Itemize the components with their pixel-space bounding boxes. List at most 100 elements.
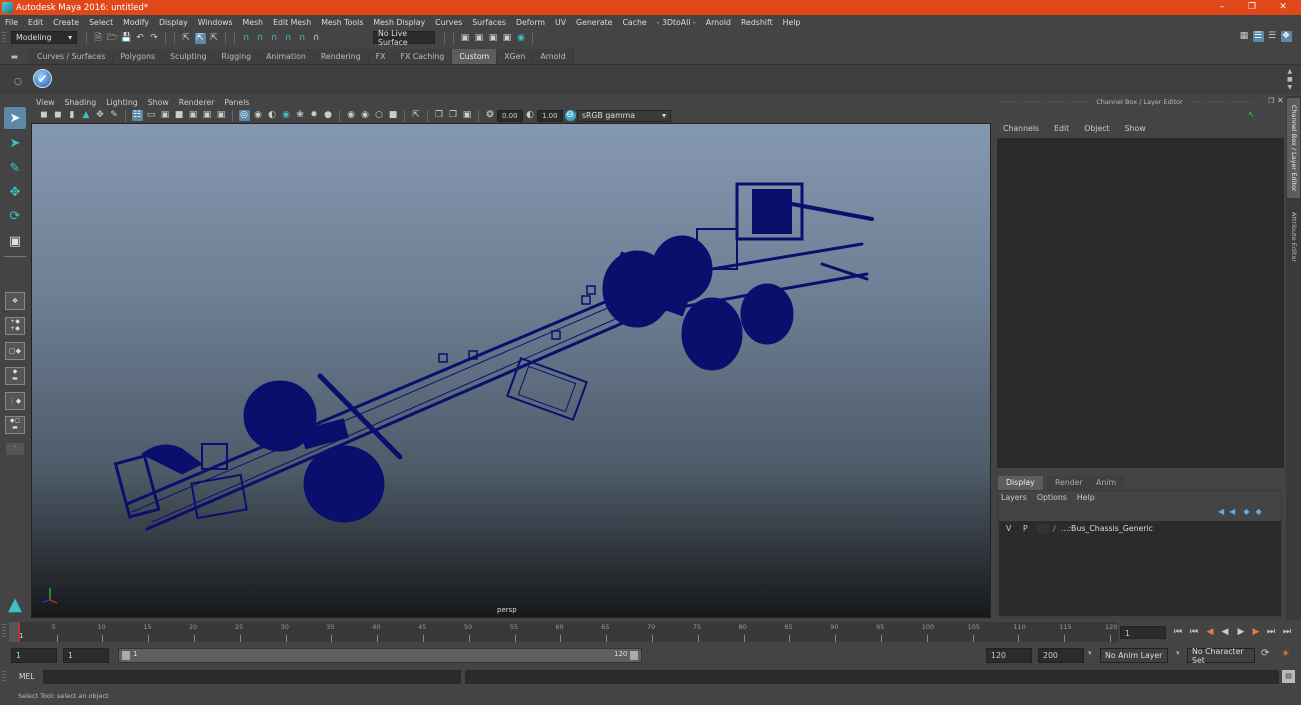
- isolate-select-icon[interactable]: ⇱: [411, 110, 422, 121]
- step-forward-frame-icon[interactable]: ▶: [1249, 625, 1263, 639]
- viewport-menu-lighting[interactable]: Lighting: [101, 98, 143, 107]
- xray-joints-icon[interactable]: ▣: [462, 110, 473, 121]
- select-object-icon[interactable]: ⇱: [194, 32, 206, 44]
- snap-live-icon[interactable]: ∩: [297, 33, 308, 44]
- more-layouts-button[interactable]: ·: [6, 443, 24, 455]
- float-panel-icon[interactable]: ❐: [1268, 97, 1274, 105]
- four-view-layout-icon[interactable]: +◆ +◆: [5, 317, 25, 335]
- menu-file[interactable]: File: [0, 18, 23, 27]
- modeling-toolkit-icon[interactable]: ▦: [1239, 31, 1250, 42]
- step-back-frame-icon[interactable]: ◀: [1203, 625, 1217, 639]
- tab-fx-caching[interactable]: FX Caching: [393, 49, 453, 64]
- character-set-dropdown[interactable]: No Character Set: [1187, 647, 1255, 665]
- tab-fx[interactable]: FX: [368, 49, 394, 64]
- tab-curves-surfaces[interactable]: Curves / Surfaces: [30, 49, 114, 64]
- rotate-tool-icon[interactable]: ⟳: [4, 205, 26, 227]
- close-button[interactable]: ✕: [1268, 0, 1298, 15]
- current-frame-field[interactable]: 1: [1120, 626, 1166, 639]
- checkmark-shelf-icon[interactable]: ✔: [33, 69, 52, 88]
- attribute-editor-toggle-icon[interactable]: ☰: [1252, 31, 1264, 42]
- select-camera-icon[interactable]: ◼: [39, 110, 50, 121]
- script-editor-icon[interactable]: ▤: [1282, 670, 1295, 683]
- motion-blur-icon[interactable]: ◉: [346, 110, 357, 121]
- layer-visibility-toggle[interactable]: V: [1006, 523, 1011, 535]
- channel-box-menu-object[interactable]: Object: [1074, 124, 1114, 136]
- range-slider[interactable]: 1 120: [118, 648, 642, 663]
- live-surface-field[interactable]: No Live Surface: [373, 29, 435, 47]
- tab-polygons[interactable]: Polygons: [113, 49, 164, 64]
- gamma-field[interactable]: 1.00: [537, 109, 563, 122]
- layer-name[interactable]: ...:Bus_Chassis_Generic: [1061, 523, 1153, 535]
- channel-box-menu-channels[interactable]: Channels: [993, 124, 1044, 136]
- go-to-start-icon[interactable]: ⏮: [1171, 625, 1185, 639]
- play-backwards-icon[interactable]: ◀: [1218, 625, 1232, 639]
- channel-box-menu-edit[interactable]: Edit: [1044, 124, 1074, 136]
- menu-arnold[interactable]: Arnold: [701, 18, 736, 27]
- scale-tool-icon[interactable]: ▣: [4, 230, 26, 252]
- drag-handle[interactable]: [2, 32, 6, 44]
- range-end-handle[interactable]: [630, 651, 638, 660]
- step-back-key-icon[interactable]: ⏮: [1187, 625, 1201, 639]
- render-frame-icon[interactable]: ▣: [474, 33, 485, 44]
- select-hierarchy-icon[interactable]: ⇱: [181, 33, 192, 44]
- bookmark-icon[interactable]: ▮: [67, 110, 78, 121]
- undo-icon[interactable]: ↶: [135, 33, 146, 44]
- menu-deform[interactable]: Deform: [511, 18, 550, 27]
- graph-persp-layout-icon[interactable]: ◆▢ ▬: [5, 416, 25, 434]
- grid-icon[interactable]: ☷: [131, 110, 143, 121]
- menu-edit-mesh[interactable]: Edit Mesh: [268, 18, 316, 27]
- layer-row[interactable]: V P ∕ ...:Bus_Chassis_Generic: [999, 523, 1281, 535]
- menu-select[interactable]: Select: [84, 18, 118, 27]
- render-view-icon[interactable]: ▣: [460, 33, 471, 44]
- menu-mesh-tools[interactable]: Mesh Tools: [316, 18, 368, 27]
- layer-playback-toggle[interactable]: P: [1023, 523, 1028, 535]
- viewport-menu-renderer[interactable]: Renderer: [174, 98, 220, 107]
- shadows-icon[interactable]: ✸: [309, 110, 320, 121]
- menu-3dtoall[interactable]: - 3DtoAll -: [652, 18, 701, 27]
- multisample-aa-icon[interactable]: ◉: [360, 110, 371, 121]
- menu-edit[interactable]: Edit: [23, 18, 48, 27]
- menu-generate[interactable]: Generate: [571, 18, 617, 27]
- menu-help[interactable]: Help: [778, 18, 806, 27]
- close-panel-icon[interactable]: ✕: [1277, 96, 1284, 105]
- menu-set-dropdown[interactable]: Modeling ▾: [11, 31, 77, 44]
- menu-surfaces[interactable]: Surfaces: [467, 18, 511, 27]
- vertical-layout-icon[interactable]: ⋮◆: [5, 392, 25, 410]
- time-ticks[interactable]: 1 5 10 15 20 25 30 35 40 45 50 55 60 65 70 75 80 85 90 95 1…: [18, 622, 1118, 642]
- redo-icon[interactable]: ↷: [149, 33, 160, 44]
- camera-attributes-icon[interactable]: ◼: [53, 110, 64, 121]
- menu-create[interactable]: Create: [48, 18, 84, 27]
- manipulator-rotate-icon[interactable]: ○: [1259, 109, 1267, 119]
- playback-start-field[interactable]: 1: [63, 648, 109, 663]
- snap-view-plane-icon[interactable]: ∩: [283, 33, 294, 44]
- tab-animation[interactable]: Animation: [259, 49, 314, 64]
- channel-box-menu-show[interactable]: Show: [1115, 124, 1151, 136]
- chevron-down-icon[interactable]: ▾: [1088, 649, 1092, 657]
- tab-xgen[interactable]: XGen: [497, 49, 534, 64]
- textured-icon[interactable]: ◉: [281, 110, 292, 121]
- time-slider[interactable]: 1 5 10 15 20 25 30 35 40 45 50 55 60 65 70 75 80 85 90 95 1…: [0, 620, 1301, 644]
- menu-redshift[interactable]: Redshift: [736, 18, 778, 27]
- menu-cache[interactable]: Cache: [617, 18, 651, 27]
- layer-menu-layers[interactable]: Layers: [1001, 493, 1037, 502]
- color-management-icon[interactable]: ⊖: [564, 110, 576, 121]
- tool-settings-icon[interactable]: ☰: [1267, 31, 1278, 42]
- shelf-menu-button[interactable]: ▬: [0, 49, 30, 64]
- exposure-icon[interactable]: ❂: [485, 110, 496, 121]
- grease-pencil-icon[interactable]: ✎: [109, 110, 120, 121]
- open-scene-icon[interactable]: 🗁: [107, 33, 118, 44]
- snap-curve-icon[interactable]: ∩: [255, 33, 266, 44]
- script-language-toggle[interactable]: MEL: [19, 672, 34, 681]
- playback-end-field[interactable]: 120: [986, 648, 1032, 663]
- shelf-settings-icon[interactable]: ○: [14, 77, 22, 87]
- anim-layer-dropdown[interactable]: No Anim Layer: [1100, 648, 1168, 663]
- chevron-down-icon[interactable]: ▾: [1176, 649, 1180, 657]
- tab-channel-box-layer-editor[interactable]: Channel Box / Layer Editor: [1287, 98, 1300, 198]
- xray-active-components-icon[interactable]: ❐: [448, 110, 459, 121]
- ipr-render-icon[interactable]: ▣: [488, 33, 499, 44]
- lasso-tool-icon[interactable]: ➤: [4, 132, 26, 154]
- move-layer-down-icon[interactable]: ◀: [1229, 507, 1235, 516]
- new-layer-selected-icon[interactable]: ◆: [1255, 507, 1261, 516]
- minimize-button[interactable]: –: [1207, 0, 1237, 15]
- bus-chassis-wireframe[interactable]: [32, 124, 991, 618]
